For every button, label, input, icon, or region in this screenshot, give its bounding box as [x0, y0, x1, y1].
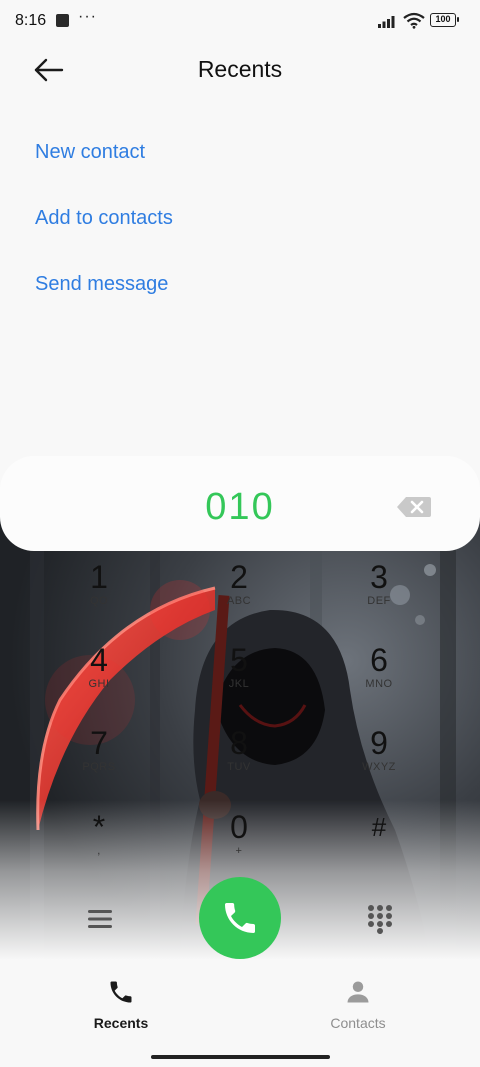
dialpad-button[interactable] — [366, 904, 394, 934]
more-notifications-icon: ··· — [78, 8, 97, 25]
add-to-contacts-link[interactable]: Add to contacts — [35, 207, 173, 230]
key-digit: 3 — [370, 559, 388, 595]
key-8[interactable]: 8 TUV — [179, 726, 299, 796]
key-digit: 2 — [230, 559, 248, 595]
wifi-icon — [403, 12, 425, 29]
key-digit: 7 — [90, 725, 108, 761]
key-star[interactable]: * , — [39, 810, 159, 880]
key-7[interactable]: 7 PQRS — [39, 726, 159, 796]
tab-contacts-label: Contacts — [330, 1015, 386, 1031]
key-digit: 8 — [230, 725, 248, 761]
menu-icon — [88, 910, 112, 928]
key-4[interactable]: 4 GHI — [39, 643, 159, 713]
person-icon — [347, 981, 369, 1003]
home-indicator[interactable] — [151, 1055, 330, 1059]
key-2[interactable]: 2 ABC — [179, 560, 299, 630]
key-letters: PQRS — [82, 761, 116, 773]
key-0[interactable]: 0 + — [179, 810, 299, 880]
page-title: Recents — [197, 56, 283, 82]
key-digit: 6 — [370, 642, 388, 678]
new-contact-link[interactable]: New contact — [35, 141, 145, 164]
battery-level: 100 — [435, 14, 451, 24]
key-digit: 4 — [90, 642, 108, 678]
key-digit: 1 — [90, 559, 108, 595]
key-5[interactable]: 5 JKL — [179, 643, 299, 713]
key-letters: DEF — [367, 595, 391, 607]
key-digit: # — [371, 812, 387, 842]
backspace-button[interactable] — [396, 496, 432, 518]
send-message-link[interactable]: Send message — [35, 273, 168, 296]
phone-icon — [225, 903, 255, 933]
key-letters: ABC — [226, 595, 252, 607]
key-letters: TUV — [227, 761, 251, 773]
key-3[interactable]: 3 DEF — [319, 560, 439, 630]
status-time: 8:16 — [15, 12, 47, 29]
key-letters: QO — [89, 595, 109, 607]
key-letters: WXYZ — [362, 761, 396, 773]
key-9[interactable]: 9 WXYZ — [319, 726, 439, 796]
key-letters: JKL — [228, 678, 250, 690]
tab-recents-label: Recents — [93, 1015, 149, 1031]
key-letters: GHI — [88, 678, 110, 690]
key-letters: + — [235, 845, 243, 857]
key-letters: MNO — [365, 678, 393, 690]
signal-icon — [378, 16, 395, 28]
tab-recents[interactable]: Recents — [61, 978, 181, 1034]
status-bar: 8:16 ··· 100 — [0, 0, 480, 42]
battery-icon: 100 — [430, 13, 459, 27]
call-button[interactable] — [199, 877, 281, 959]
key-digit: 9 — [370, 725, 388, 761]
key-digit: * — [92, 809, 106, 845]
key-1[interactable]: 1 QO — [39, 560, 159, 630]
phone-icon — [110, 981, 132, 1003]
key-digit: 5 — [230, 642, 248, 678]
key-letters: , — [97, 845, 101, 857]
key-hash[interactable]: # — [319, 810, 439, 880]
backspace-icon — [397, 497, 431, 517]
notification-icon — [56, 14, 69, 27]
menu-button[interactable] — [86, 906, 114, 932]
dialpad-icon — [368, 905, 392, 934]
key-6[interactable]: 6 MNO — [319, 643, 439, 713]
key-digit: 0 — [230, 809, 248, 845]
tab-contacts[interactable]: Contacts — [298, 978, 418, 1034]
